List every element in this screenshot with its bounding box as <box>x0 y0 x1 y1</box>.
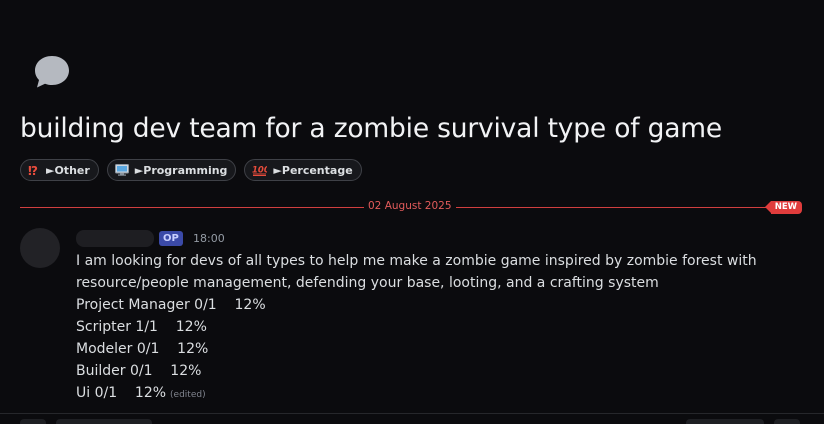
tag-percentage[interactable]: 100 ►Percentage <box>244 159 362 181</box>
new-badge: NEW <box>764 201 802 214</box>
message-intro: I am looking for devs of all types to he… <box>76 253 757 291</box>
tag-other[interactable]: ⁉ ►Other <box>20 159 99 181</box>
role-line: Scripter 1/1 12% <box>76 316 786 338</box>
message-content: I am looking for devs of all types to he… <box>76 250 786 406</box>
op-badge: OP <box>159 231 183 246</box>
interrobang-icon: ⁉ <box>28 164 40 176</box>
message-timestamp[interactable]: 18:00 <box>193 232 225 245</box>
edited-label: (edited) <box>170 390 206 400</box>
reaction-button[interactable] <box>20 419 46 424</box>
role-text: Builder 0/1 12% <box>76 363 202 379</box>
divider-date: 02 August 2025 <box>364 200 456 212</box>
follow-button[interactable] <box>686 419 764 424</box>
thread-title: building dev team for a zombie survival … <box>20 113 722 144</box>
computer-monitor-icon <box>114 164 129 176</box>
role-text: Modeler 0/1 12% <box>76 341 209 357</box>
tag-label: ►Percentage <box>273 163 353 177</box>
role-text: Project Manager 0/1 12% <box>76 297 266 313</box>
role-line: Project Manager 0/1 12% <box>76 294 786 316</box>
forum-post-page: building dev team for a zombie survival … <box>0 0 824 424</box>
reaction-button[interactable] <box>56 419 152 424</box>
svg-text:⁉: ⁉ <box>28 164 38 176</box>
hundred-points-icon: 100 <box>252 164 267 176</box>
chat-bubble-icon <box>35 56 69 88</box>
role-line: Builder 0/1 12% <box>76 360 786 382</box>
tag-label: ►Other <box>46 163 90 177</box>
more-options-button[interactable] <box>774 419 800 424</box>
role-line: Ui 0/1 12% (edited) <box>76 382 786 406</box>
role-line: Modeler 0/1 12% <box>76 338 786 360</box>
avatar[interactable] <box>20 228 60 268</box>
tag-list: ⁉ ►Other ►Programming 100 <box>20 159 362 181</box>
role-text: Scripter 1/1 12% <box>76 319 207 335</box>
role-text: Ui 0/1 12% <box>76 385 167 401</box>
tag-label: ►Programming <box>134 163 228 177</box>
author-name-redacted[interactable] <box>76 230 154 247</box>
tag-programming[interactable]: ►Programming <box>106 159 237 181</box>
